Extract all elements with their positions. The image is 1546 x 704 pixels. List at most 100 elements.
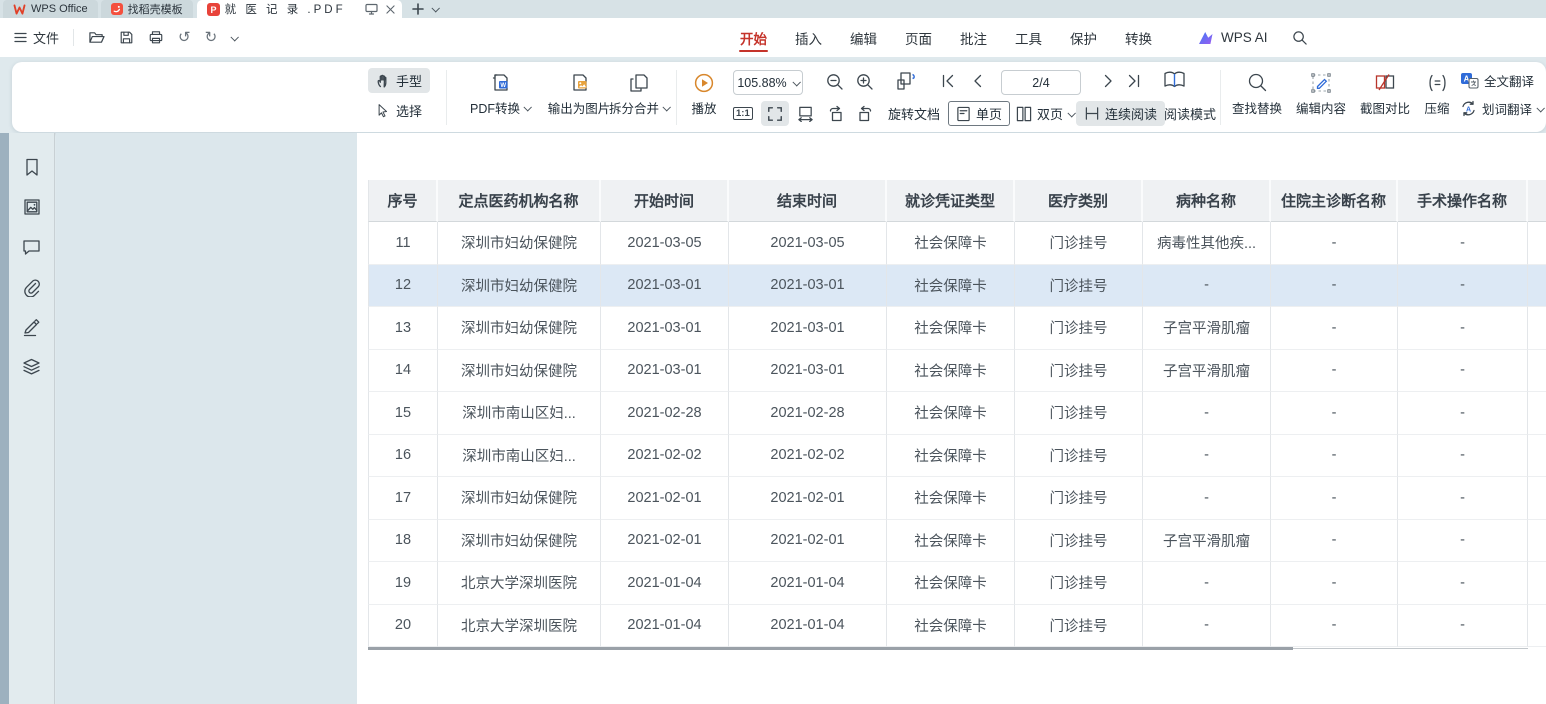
print-icon[interactable]	[148, 30, 164, 45]
read-mode-label: 阅读模式	[1164, 104, 1216, 123]
medical-records-table: 序号定点医药机构名称开始时间结束时间就诊凭证类型医疗类别病种名称住院主诊断名称手…	[368, 180, 1546, 647]
edit-content-button[interactable]: 编辑内容	[1290, 69, 1352, 117]
menu-tab-1[interactable]: 开始	[726, 18, 781, 57]
search-icon[interactable]	[1292, 30, 1308, 46]
actual-size-button[interactable]: 1:1	[733, 101, 753, 126]
rotate-doc-button[interactable]: 旋转文档	[888, 101, 940, 126]
save-icon[interactable]	[119, 30, 134, 45]
table-cell: -	[1271, 350, 1398, 393]
sidebar-layers-button[interactable]	[19, 354, 45, 380]
menu-tab-3[interactable]: 编辑	[836, 18, 891, 57]
menu-tab-6[interactable]: 工具	[1001, 18, 1056, 57]
column-header: 病种名称	[1143, 180, 1271, 222]
sidebar-thumbnail-button[interactable]	[19, 194, 45, 220]
table-cell: 2021-03-01	[601, 350, 729, 393]
file-menu-button[interactable]: 文件	[14, 28, 59, 47]
table-cell-clipped	[1528, 265, 1546, 308]
table-cell: 深圳市妇幼保健院	[438, 307, 601, 350]
compress-icon	[1427, 69, 1448, 96]
table-row[interactable]: 13深圳市妇幼保健院2021-03-012021-03-01社会保障卡门诊挂号子…	[368, 307, 1546, 350]
split-merge-button[interactable]: 拆分合并	[601, 69, 677, 117]
menu-tab-5[interactable]: 批注	[946, 18, 1001, 57]
actual-size-label: 1:1	[733, 107, 753, 120]
column-header: 住院主诊断名称	[1271, 180, 1398, 222]
double-page-label: 双页	[1037, 104, 1063, 123]
read-mode-button[interactable]: 阅读模式	[1164, 101, 1216, 126]
tab-docer-template[interactable]: 找稻壳模板	[101, 0, 193, 18]
single-page-button[interactable]: 单页	[948, 101, 1010, 126]
fit-page-button[interactable]	[761, 101, 789, 126]
table-cell-clipped	[1528, 222, 1546, 265]
undo-icon[interactable]: ↺	[178, 30, 191, 45]
find-replace-button[interactable]: 查找替换	[1226, 69, 1288, 117]
quickbar-chevron-icon[interactable]	[231, 33, 239, 41]
fit-width-button[interactable]	[797, 101, 814, 126]
table-cell: 20	[368, 605, 438, 648]
rotate-pages-icon[interactable]	[894, 70, 919, 95]
play-button[interactable]: 播放	[678, 69, 730, 117]
open-icon[interactable]	[88, 30, 105, 45]
document-viewport[interactable]: 序号定点医药机构名称开始时间结束时间就诊凭证类型医疗类别病种名称住院主诊断名称手…	[56, 133, 1546, 704]
screenshot-compare-icon	[1374, 69, 1396, 96]
table-cell: 门诊挂号	[1015, 562, 1143, 605]
zoom-in-icon[interactable]	[856, 73, 874, 91]
table-row[interactable]: 11深圳市妇幼保健院2021-03-052021-03-05社会保障卡门诊挂号病…	[368, 222, 1546, 265]
rotate-left-icon[interactable]	[826, 101, 845, 126]
table-cell: -	[1143, 562, 1271, 605]
word-translate-button[interactable]: A 划词翻译	[1460, 99, 1543, 118]
table-cell: 子宫平滑肌瘤	[1143, 520, 1271, 563]
menu-tab-7[interactable]: 保护	[1056, 18, 1111, 57]
table-cell: 门诊挂号	[1015, 392, 1143, 435]
previous-page-icon[interactable]	[971, 74, 985, 88]
table-cell: 2021-03-01	[729, 350, 887, 393]
zoom-level-select[interactable]: 105.88%	[733, 70, 803, 95]
find-replace-label: 查找替换	[1232, 98, 1282, 117]
hand-tool-button[interactable]: 手型	[368, 68, 430, 93]
redo-icon[interactable]: ↻	[205, 30, 218, 45]
monitor-icon[interactable]	[365, 3, 378, 15]
table-cell: 12	[368, 265, 438, 308]
screenshot-compare-button[interactable]: 截图对比	[1354, 69, 1416, 117]
table-row[interactable]: 17深圳市妇幼保健院2021-02-012021-02-01社会保障卡门诊挂号-…	[368, 477, 1546, 520]
tab-list-chevron-icon[interactable]	[431, 4, 439, 12]
table-row[interactable]: 16深圳市南山区妇...2021-02-022021-02-02社会保障卡门诊挂…	[368, 435, 1546, 478]
table-cell: 北京大学深圳医院	[438, 605, 601, 648]
full-translate-button[interactable]: A 全文翻译	[1460, 71, 1543, 90]
continuous-read-button[interactable]: 连续阅读	[1076, 101, 1165, 126]
zoom-out-icon[interactable]	[826, 73, 844, 91]
table-row[interactable]: 18深圳市妇幼保健院2021-02-012021-02-01社会保障卡门诊挂号子…	[368, 520, 1546, 563]
menu-tab-4[interactable]: 页面	[891, 18, 946, 57]
sidebar-attachment-button[interactable]	[19, 274, 45, 300]
chevron-down-icon	[792, 78, 800, 86]
select-tool-button[interactable]: 选择	[368, 98, 430, 123]
sidebar-icon-rail	[9, 133, 55, 704]
double-page-button[interactable]: 双页	[1016, 101, 1074, 126]
pdf-convert-button[interactable]: W PDF转换	[462, 69, 538, 117]
sidebar-comment-button[interactable]	[19, 234, 45, 260]
sidebar-bookmark-button[interactable]	[19, 154, 45, 180]
table-cell: 社会保障卡	[887, 520, 1015, 563]
table-row[interactable]: 12深圳市妇幼保健院2021-03-012021-03-01社会保障卡门诊挂号-…	[368, 265, 1546, 308]
close-icon[interactable]	[386, 5, 395, 14]
tab-document-pdf[interactable]: P 就 医 记 录 .PDF	[197, 0, 402, 18]
first-page-icon[interactable]	[941, 74, 955, 88]
tab-wps-office[interactable]: WPS Office	[3, 0, 98, 18]
page-number-input[interactable]: 2/4	[1001, 70, 1081, 95]
rotate-right-icon[interactable]	[856, 101, 875, 126]
new-tab-icon[interactable]	[412, 3, 424, 15]
last-page-icon[interactable]	[1127, 74, 1141, 88]
wps-ai-button[interactable]: WPS AI	[1198, 30, 1268, 45]
table-cell: -	[1143, 605, 1271, 648]
table-row[interactable]: 15深圳市南山区妇...2021-02-282021-02-28社会保障卡门诊挂…	[368, 392, 1546, 435]
compress-button[interactable]: 压缩	[1414, 69, 1460, 117]
compress-label: 压缩	[1424, 98, 1449, 117]
table-cell: 2021-03-01	[729, 265, 887, 308]
sidebar-signature-button[interactable]	[19, 314, 45, 340]
table-row[interactable]: 14深圳市妇幼保健院2021-03-012021-03-01社会保障卡门诊挂号子…	[368, 350, 1546, 393]
next-page-icon[interactable]	[1101, 74, 1115, 88]
menu-tab-8[interactable]: 转换	[1111, 18, 1166, 57]
menu-tab-2[interactable]: 插入	[781, 18, 836, 57]
table-cell: 社会保障卡	[887, 392, 1015, 435]
table-row[interactable]: 19北京大学深圳医院2021-01-042021-01-04社会保障卡门诊挂号-…	[368, 562, 1546, 605]
table-row[interactable]: 20北京大学深圳医院2021-01-042021-01-04社会保障卡门诊挂号-…	[368, 605, 1546, 648]
